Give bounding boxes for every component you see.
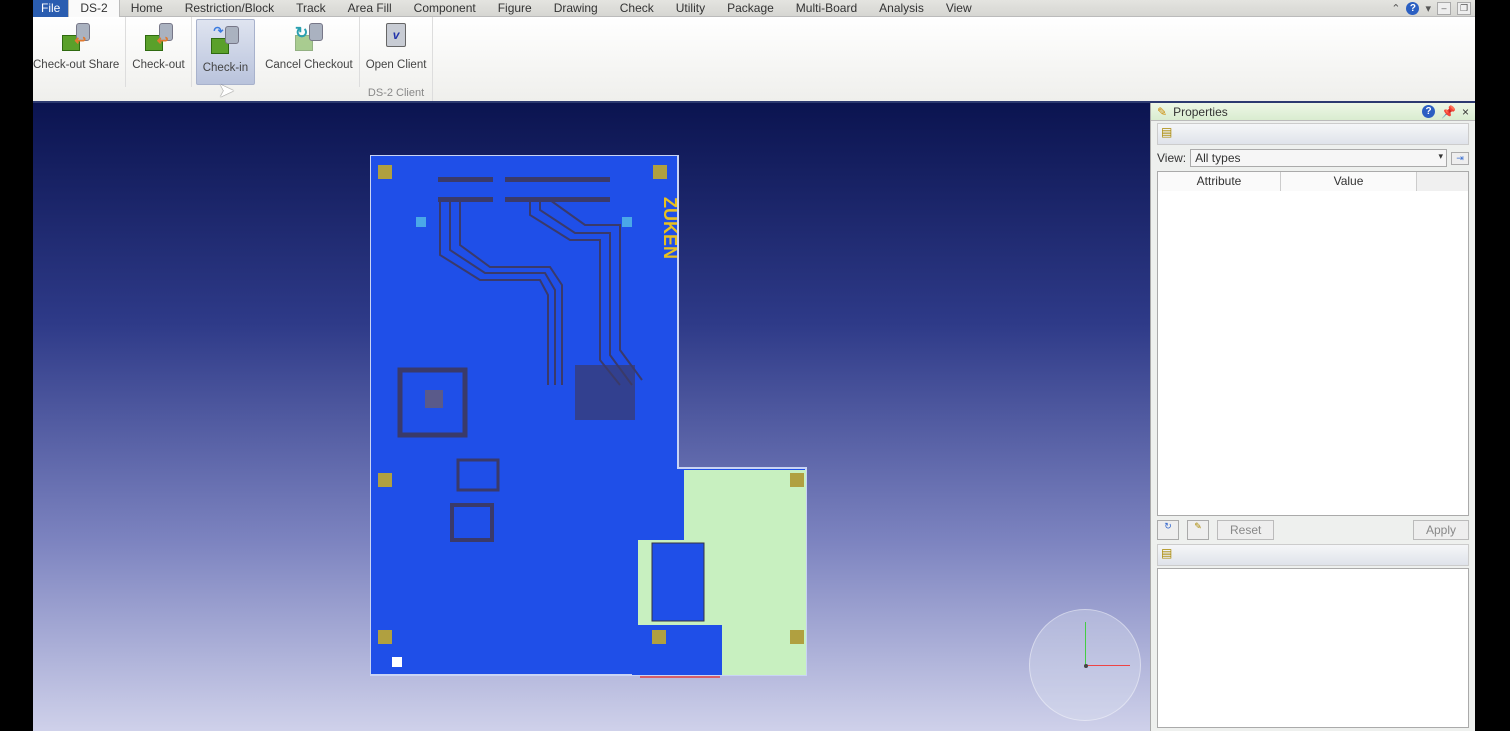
- menu-multi-board[interactable]: Multi-Board: [785, 0, 868, 17]
- pcb-board: ZUKEN: [370, 155, 807, 678]
- menu-file[interactable]: File: [33, 0, 69, 17]
- menu-area-fill[interactable]: Area Fill: [337, 0, 403, 17]
- dropdown-icon[interactable]: ▾: [1425, 2, 1431, 15]
- filter-pin-button[interactable]: ⇥: [1451, 151, 1469, 165]
- column-attribute[interactable]: Attribute: [1158, 172, 1281, 191]
- app-window: File DS-2 Home Restriction/Block Track A…: [33, 0, 1475, 731]
- board-logo: ZUKEN: [660, 197, 680, 259]
- menu-utility[interactable]: Utility: [665, 0, 716, 17]
- open-client-button[interactable]: v Open Client: [360, 17, 433, 81]
- properties-button-row: ↻ ✎ Reset Apply: [1157, 520, 1469, 540]
- menu-drawing[interactable]: Drawing: [543, 0, 609, 17]
- group-label: DS-2 Client: [367, 87, 425, 99]
- close-icon[interactable]: ×: [1462, 105, 1469, 119]
- toolbar-icon[interactable]: ▤: [1161, 546, 1172, 560]
- properties-icon: ✎: [1157, 104, 1168, 119]
- cancel-checkout-icon: ↻: [293, 21, 325, 53]
- minimize-button[interactable]: –: [1437, 2, 1451, 15]
- ribbon: ↩ Check-out Share ↩ Check-out ↷ Check-in…: [33, 17, 1475, 103]
- menu-home[interactable]: Home: [120, 0, 174, 17]
- menu-restriction-block[interactable]: Restriction/Block: [174, 0, 285, 17]
- check-in-button[interactable]: ↷ Check-in: [195, 19, 256, 85]
- menu-component[interactable]: Component: [403, 0, 487, 17]
- properties-title-bar: ✎ Properties ? 📌 ×: [1151, 103, 1475, 121]
- check-out-icon: ↩: [143, 21, 175, 53]
- check-out-share-icon: ↩: [60, 21, 92, 53]
- restore-button[interactable]: ❐: [1457, 2, 1471, 15]
- attribute-grid[interactable]: Attribute Value: [1157, 171, 1469, 516]
- lower-toolbar: ▤: [1157, 544, 1469, 566]
- menu-ds2[interactable]: DS-2: [68, 0, 120, 17]
- refresh-button[interactable]: ↻: [1157, 520, 1179, 540]
- help-icon[interactable]: ?: [1406, 2, 1420, 15]
- view-row: View: All types ▾ ⇥: [1157, 149, 1469, 167]
- copper-block: [651, 542, 705, 622]
- column-value[interactable]: Value: [1281, 172, 1417, 191]
- apply-button[interactable]: Apply: [1412, 520, 1469, 540]
- menu-view[interactable]: View: [935, 0, 983, 17]
- edit-button[interactable]: ✎: [1187, 520, 1209, 540]
- menu-track[interactable]: Track: [285, 0, 337, 17]
- properties-toolbar: ▤: [1157, 123, 1469, 145]
- menu-figure[interactable]: Figure: [487, 0, 543, 17]
- mouse-cursor: ➤: [218, 80, 235, 102]
- pcb-canvas[interactable]: ZUKEN: [33, 103, 1150, 731]
- bga-chip: [575, 365, 635, 420]
- lower-pane: [1157, 568, 1469, 728]
- menu-analysis[interactable]: Analysis: [868, 0, 935, 17]
- chevron-down-icon: ▾: [1438, 151, 1443, 161]
- ds2-client-group: v Open Client DS-2 Client: [360, 17, 434, 101]
- copper-block-2: [632, 625, 722, 675]
- check-out-share-button[interactable]: ↩ Check-out Share: [33, 17, 127, 87]
- open-client-icon: v: [380, 21, 412, 53]
- collapse-ribbon-icon[interactable]: ⌃: [1391, 2, 1400, 15]
- menu-package[interactable]: Package: [716, 0, 785, 17]
- menu-check[interactable]: Check: [609, 0, 665, 17]
- menu-bar: File DS-2 Home Restriction/Block Track A…: [33, 0, 1475, 17]
- properties-panel: ✎ Properties ? 📌 × ▤ View: All types ▾ ⇥ …: [1150, 103, 1475, 731]
- help-icon[interactable]: ?: [1422, 105, 1436, 118]
- check-in-icon: ↷: [209, 24, 241, 56]
- cancel-checkout-button[interactable]: ↻ Cancel Checkout: [259, 17, 360, 87]
- reset-button[interactable]: Reset: [1217, 520, 1275, 540]
- view-orientation-gizmo[interactable]: [1029, 609, 1141, 721]
- check-out-button[interactable]: ↩ Check-out: [126, 17, 192, 87]
- toolbar-icon[interactable]: ▤: [1161, 125, 1172, 139]
- pin-icon[interactable]: 📌: [1441, 105, 1456, 119]
- window-controls: ⌃ ? ▾ – ❐: [1391, 0, 1471, 17]
- view-select[interactable]: All types ▾: [1190, 149, 1447, 167]
- grid-header: Attribute Value: [1158, 172, 1468, 191]
